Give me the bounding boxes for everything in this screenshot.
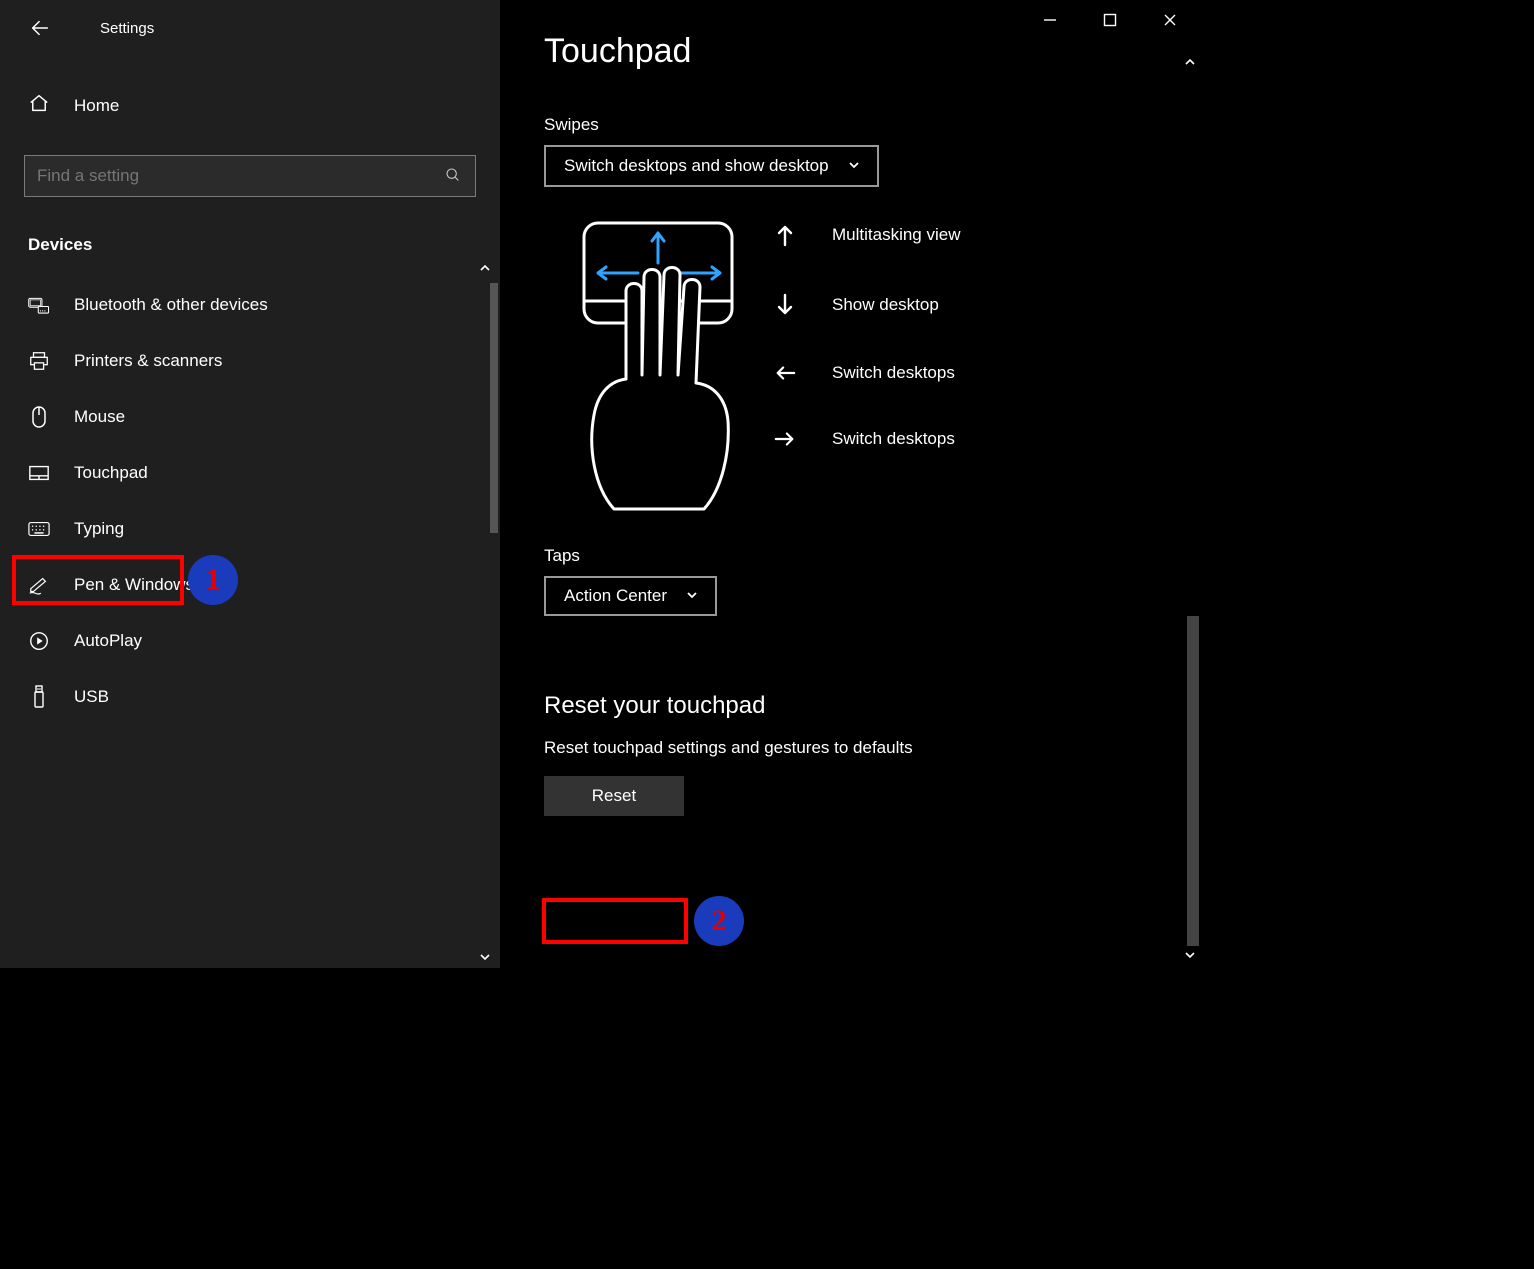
sidebar-scroll-down[interactable] [476,948,494,966]
settings-window: Settings Home Devices [0,0,1200,968]
home-icon [28,92,50,119]
gesture-diagram-row: Multitasking view Show desktop Switch de… [544,217,1200,522]
gesture-label: Switch desktops [832,429,955,449]
pen-icon [28,575,50,595]
swipes-dropdown[interactable]: Switch desktops and show desktop [544,145,879,187]
touchpad-gesture-diagram [544,217,714,522]
sidebar-item-label: Typing [74,519,124,539]
sidebar-item-usb[interactable]: USB [0,669,500,725]
arrow-right-icon [774,429,796,449]
reset-description: Reset touchpad settings and gestures to … [544,738,1200,758]
swipes-label: Swipes [544,115,1200,135]
mouse-icon [28,405,50,429]
home-label: Home [74,96,119,116]
sidebar-item-label: Printers & scanners [74,351,222,371]
sidebar-item-label: USB [74,687,109,707]
gesture-left: Switch desktops [774,363,961,383]
sidebar-section-header: Devices [0,217,500,277]
gesture-label: Multitasking view [832,225,961,245]
gesture-right: Switch desktops [774,429,961,449]
titlebar-left: Settings [0,0,500,56]
autoplay-icon [28,630,50,652]
sidebar-item-bluetooth[interactable]: Bluetooth & other devices [0,277,500,333]
taps-dropdown[interactable]: Action Center [544,576,717,616]
page-title: Touchpad [544,32,1200,71]
sidebar-home[interactable]: Home [0,56,500,155]
arrow-left-icon [774,363,796,383]
arrow-left-icon [29,17,51,39]
sidebar-item-label: Mouse [74,407,125,427]
sidebar: Settings Home Devices [0,0,500,968]
search-icon [445,167,463,185]
sidebar-item-label: Touchpad [74,463,148,483]
search-input[interactable] [37,166,445,186]
sidebar-item-touchpad[interactable]: Touchpad [0,445,500,501]
sidebar-item-printers[interactable]: Printers & scanners [0,333,500,389]
gesture-down: Show desktop [774,293,961,317]
chevron-down-icon [847,158,861,175]
main-panel: Touchpad Swipes Switch desktops and show… [500,0,1200,968]
content-area: Touchpad Swipes Switch desktops and show… [500,0,1200,968]
sidebar-item-pen[interactable]: Pen & Windows Ink [0,557,500,613]
sidebar-item-label: Bluetooth & other devices [74,295,268,315]
window-title: Settings [100,20,154,37]
sidebar-item-autoplay[interactable]: AutoPlay [0,613,500,669]
back-button[interactable] [28,16,52,40]
usb-icon [28,685,50,709]
sidebar-scroll-up[interactable] [476,259,494,277]
reset-heading: Reset your touchpad [544,692,1200,720]
sidebar-nav: Bluetooth & other devices Printers & sca… [0,277,500,968]
keyboard-icon [28,521,50,537]
bluetooth-icon [28,295,50,315]
sidebar-item-mouse[interactable]: Mouse [0,389,500,445]
reset-button[interactable]: Reset [544,776,684,816]
taps-label: Taps [544,546,1200,566]
sidebar-item-label: Pen & Windows Ink [74,575,221,595]
search-input-wrap[interactable] [24,155,476,197]
swipes-selected: Switch desktops and show desktop [564,156,829,176]
touchpad-icon [28,464,50,482]
sidebar-item-typing[interactable]: Typing [0,501,500,557]
chevron-down-icon [685,588,699,605]
gesture-label: Switch desktops [832,363,955,383]
gesture-up: Multitasking view [774,223,961,247]
sidebar-item-label: AutoPlay [74,631,142,651]
arrow-down-icon [774,293,796,317]
gesture-list: Multitasking view Show desktop Switch de… [774,217,961,449]
arrow-up-icon [774,223,796,247]
printer-icon [28,350,50,372]
gesture-label: Show desktop [832,295,939,315]
taps-selected: Action Center [564,586,667,606]
